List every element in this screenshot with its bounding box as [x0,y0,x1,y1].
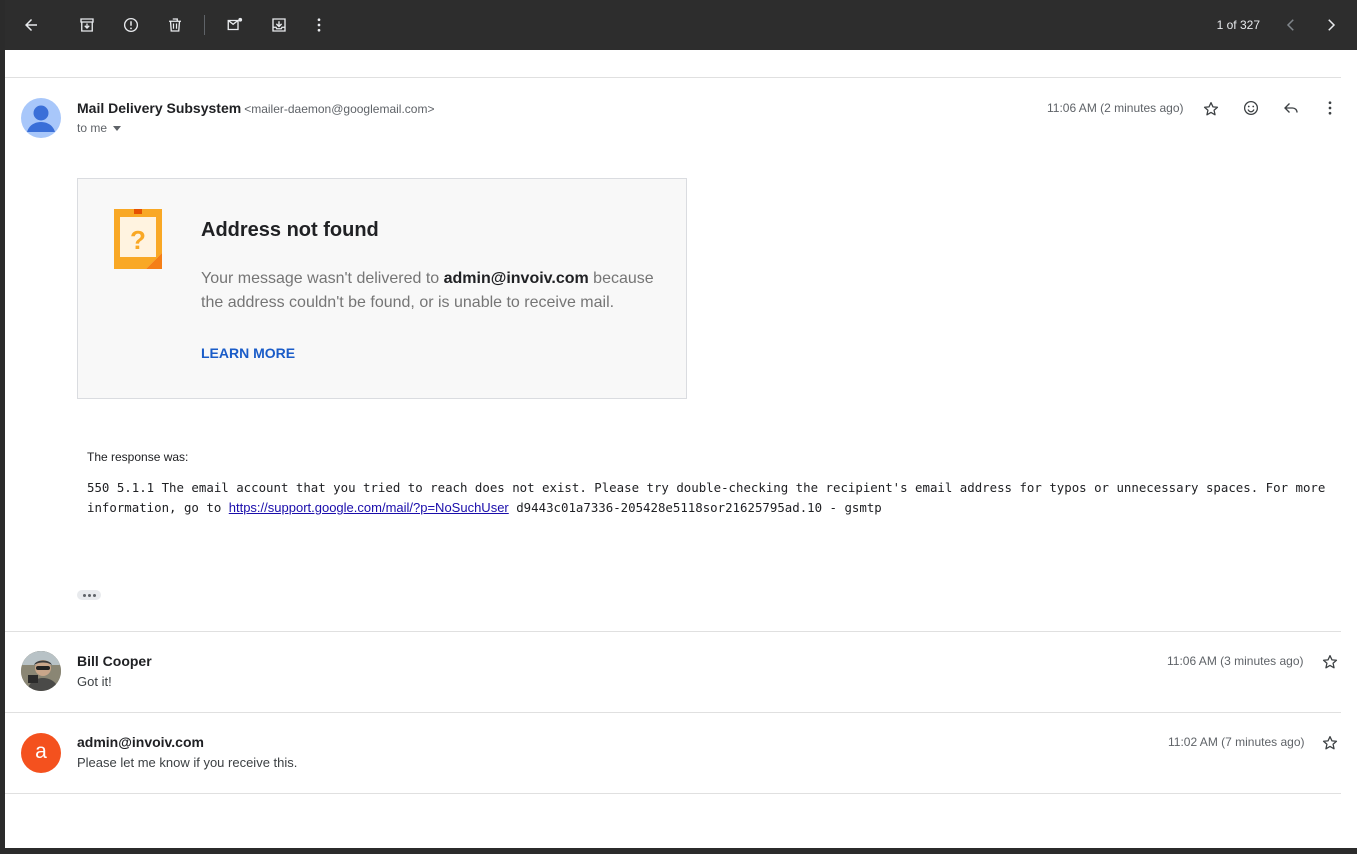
dot-icon [82,593,86,597]
avatar[interactable]: a [21,733,61,773]
move-to-icon [272,18,286,32]
emoji-icon [1243,100,1259,116]
avatar[interactable] [21,651,61,691]
sender-name[interactable]: Mail Delivery Subsystem <mailer-daemon@go… [77,100,434,116]
card-body-prefix: Your message wasn't delivered to [201,270,440,287]
report-spam-button[interactable] [119,13,143,37]
card-body-address: admin@invoiv.com [443,270,589,287]
star-icon [1322,654,1338,669]
report-spam-icon [123,17,139,33]
avatar[interactable] [21,98,61,138]
move-to-button[interactable] [267,13,291,37]
sender-name: admin@invoiv.com [77,734,204,750]
dot-icon [87,593,91,597]
support-link[interactable]: https://support.google.com/mail/?p=NoSuc… [229,500,509,515]
more-vert-icon [317,18,321,32]
message-snippet: Got it! [77,674,112,689]
reply-button[interactable] [1280,97,1302,119]
sender-email: <mailer-daemon@googlemail.com> [244,102,435,116]
archive-button[interactable] [75,13,99,37]
newer-button[interactable] [1279,13,1303,37]
warning-note-icon: ? [114,209,162,269]
profile-photo-icon [21,651,61,691]
recipient-details-toggle[interactable]: to me [77,121,122,135]
person-icon [27,105,55,132]
message-time: 11:06 AM (3 minutes ago) [1167,654,1304,668]
dot-icon [92,593,96,597]
svg-text:?: ? [130,225,146,255]
message-more-button[interactable] [1319,97,1341,119]
avatar-letter: a [35,739,47,763]
chevron-left-icon [1286,19,1294,31]
older-button[interactable] [1319,13,1343,37]
message-time: 11:06 AM (2 minutes ago) [1047,101,1184,115]
arrow-left-icon [25,19,37,31]
app-window: 1 of 327 Mail Delivery Subsystem <mailer-… [5,0,1357,854]
divider [5,793,1341,794]
star-icon [1203,101,1219,116]
bounce-card: ? Address not found Your message wasn't … [77,178,687,399]
reply-icon [1284,103,1298,113]
star-icon [1322,735,1338,750]
star-button[interactable] [1319,651,1341,673]
show-trimmed-content-button[interactable] [77,590,101,600]
trash-icon [169,18,181,32]
divider [5,712,1341,713]
star-button[interactable] [1319,732,1341,754]
learn-more-link[interactable]: LEARN MORE [201,345,295,361]
chevron-right-icon [1328,19,1336,31]
mark-unread-icon [227,17,243,31]
caret-down-icon [113,125,122,131]
archive-icon [80,18,94,32]
toolbar-divider [204,15,205,35]
message-time: 11:02 AM (7 minutes ago) [1168,735,1305,749]
sender-name-text: Mail Delivery Subsystem [77,100,242,116]
more-vert-icon [1328,101,1332,115]
add-reaction-button[interactable] [1240,97,1262,119]
message-pane: Mail Delivery Subsystem <mailer-daemon@go… [5,50,1357,848]
star-button[interactable] [1200,98,1222,120]
pager-count: 1 of 327 [1216,18,1260,32]
to-me-label: to me [77,121,108,135]
message-snippet: Please let me know if you receive this. [77,755,298,770]
mark-unread-button[interactable] [223,13,247,37]
divider [5,631,1341,632]
card-title: Address not found [201,219,379,241]
toolbar: 1 of 327 [5,0,1357,50]
response-text-part2: d9443c01a7336-205428e5118sor21625795ad.1… [508,500,882,515]
delete-button[interactable] [163,13,187,37]
more-options-button[interactable] [307,13,331,37]
back-button[interactable] [19,13,43,37]
divider [5,77,1341,78]
response-label: The response was: [87,450,189,464]
card-body: Your message wasn't delivered to admin@i… [201,267,661,315]
sender-name: Bill Cooper [77,653,152,669]
response-text: 550 5.1.1 The email account that you tri… [87,478,1337,518]
